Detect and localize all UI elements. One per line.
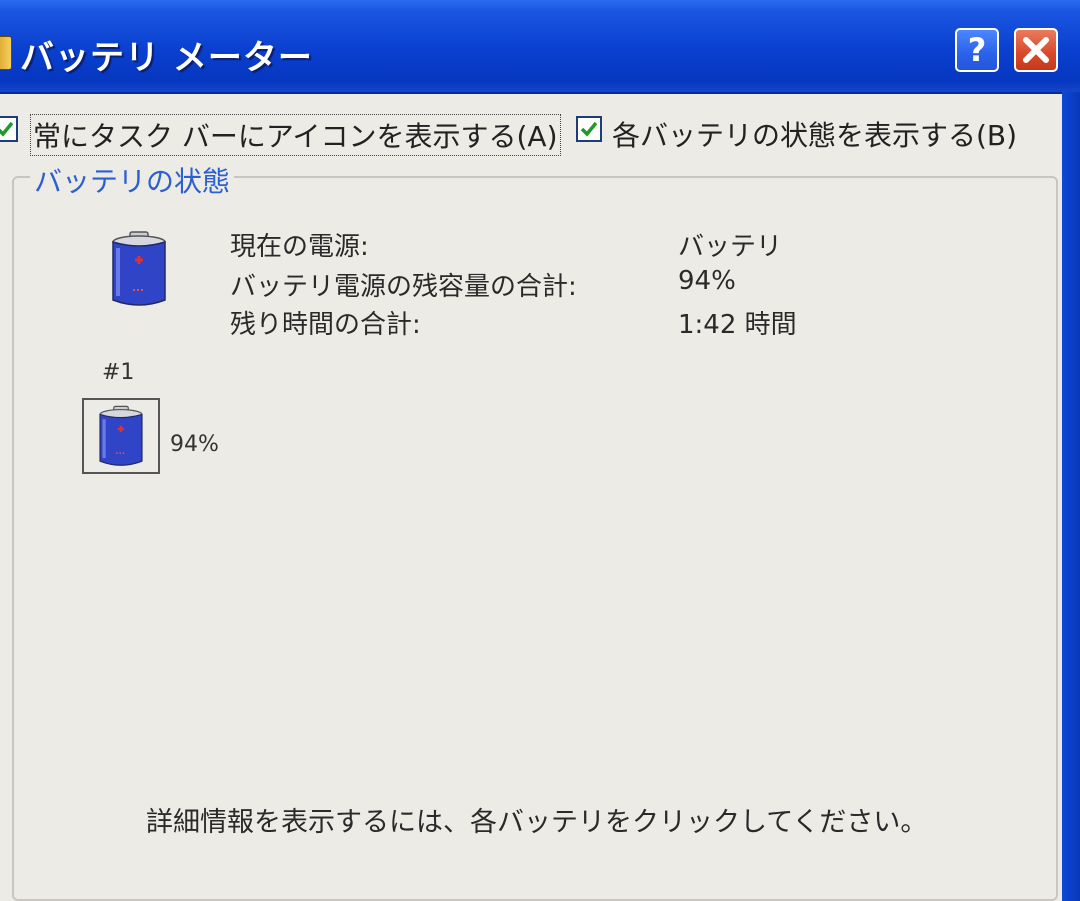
total-remaining-time-label: 残り時間の合計: — [230, 310, 421, 340]
battery-icon — [99, 405, 143, 466]
title-bar[interactable]: バッテリ メーター ? — [0, 0, 1080, 94]
show-each-battery-checkbox[interactable] — [576, 116, 602, 142]
battery-1-percent: 94% — [170, 432, 219, 457]
checkmark-icon — [580, 121, 598, 137]
battery-status-title: バッテリの状態 — [30, 160, 235, 200]
total-remaining-capacity-label: バッテリ電源の残容量の合計: — [230, 272, 577, 302]
battery-meter-window: バッテリ メーター ? 常にタスク バーにアイコンを表示する(A) 各バッテリの… — [0, 0, 1080, 901]
battery-icon — [112, 231, 166, 306]
window-title: バッテリ メーター — [20, 38, 313, 78]
close-icon — [1023, 37, 1049, 63]
checkmark-icon — [0, 121, 14, 137]
close-button[interactable] — [1014, 28, 1058, 72]
current-power-source-value: バッテリ — [678, 232, 783, 262]
always-show-icon-label[interactable]: 常にタスク バーにアイコンを表示する(A) — [30, 114, 561, 156]
show-each-battery-label[interactable]: 各バッテリの状態を表示する(B) — [612, 114, 1017, 154]
help-button[interactable]: ? — [955, 28, 999, 72]
click-battery-hint: 詳細情報を表示するには、各バッテリをクリックしてください。 — [146, 807, 928, 838]
total-remaining-time-value: 1:42 時間 — [678, 310, 797, 340]
current-power-source-label: 現在の電源: — [230, 232, 369, 262]
battery-1-button[interactable] — [82, 398, 160, 474]
total-remaining-capacity-value: 94% — [678, 266, 736, 296]
always-show-icon-checkbox[interactable] — [0, 116, 18, 142]
battery-meter-icon — [0, 36, 12, 70]
window-frame — [1062, 92, 1080, 901]
battery-number: #1 — [102, 360, 135, 385]
